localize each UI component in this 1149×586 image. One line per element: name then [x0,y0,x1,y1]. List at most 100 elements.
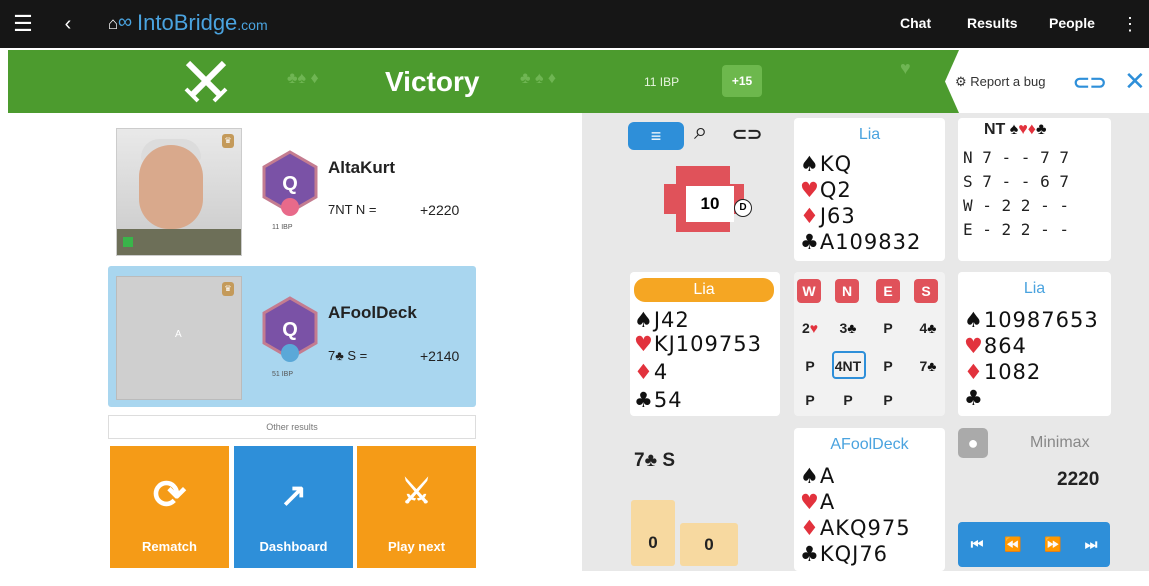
north-clubs: ♣A109832 [800,230,922,254]
east-hearts: ♥864 [964,334,1027,358]
chevron-left-icon[interactable]: ‹ [56,0,80,48]
player-contract: 7♣ S = [328,348,368,363]
player-name[interactable]: AFoolDeck [328,303,417,323]
ghost-suits-icon: ♣ ♠ ♦ [520,70,557,87]
makeable-rows: N 7 - - 7 7 S 7 - - 6 7 W - 2 2 - - E - … [963,148,1069,239]
rank-badge-icon: Q [258,150,322,220]
rematch-icon: ⟳ [152,473,187,517]
east-spades: ♠10987653 [964,308,1099,332]
bid-cell: P [805,358,815,374]
player-ibp: 11 IBP [272,224,293,231]
link-icon[interactable]: ⊂⊃ [1073,70,1107,95]
search-icon[interactable]: ⌕ [694,118,707,146]
bid-cell: P [883,392,893,408]
north-spades: ♠KQ [800,152,853,176]
rematch-label: Rematch [142,539,197,554]
bid-header-s: S [914,279,938,303]
rewind-icon[interactable]: ⏪ [998,536,1028,553]
minimax-label: Minimax [1030,434,1090,451]
bid-cell: 2♥ [801,320,819,336]
north-hearts: ♥Q2 [800,178,852,202]
play-next-button[interactable]: ⚔ Play next [357,446,476,568]
bid-header-n: N [835,279,859,303]
banner-plus-badge: +15 [722,65,762,97]
dashboard-button[interactable]: ↗ Dashboard [234,446,353,568]
rank-badge-icon: Q [258,296,322,366]
south-name[interactable]: AFoolDeck [794,436,945,454]
minimax-score: 2220 [1057,469,1100,490]
bid-cell: 3♣ [839,320,857,336]
bug-icon: ⚙ [955,74,971,89]
rank-corner-icon: ♛ [222,134,234,148]
report-bug-label: Report a bug [970,74,1046,89]
east-name[interactable]: Lia [958,280,1111,298]
bid-cell: P [883,320,893,336]
player-contract: 7NT N = [328,202,377,217]
brand-logo[interactable]: IntoBridge.com [137,10,268,36]
player-ibp: 51 IBP [272,371,294,378]
bid-header-e: E [876,279,900,303]
south-hearts: ♥A [800,490,836,514]
banner-title: Victory [385,66,480,97]
first-icon[interactable]: ⏮ [962,536,992,553]
north-name[interactable]: Lia [794,126,945,144]
tricks-ns: 0 [631,500,675,566]
contract-label: 7♣ S [634,450,675,471]
other-results-button[interactable]: Other results [108,415,476,439]
brand-suffix: .com [237,17,268,33]
avatar-letter: A [175,329,182,340]
rematch-button[interactable]: ⟳ Rematch [110,446,229,568]
bid-highlight [832,351,866,379]
tricks-ew: 0 [680,523,738,566]
player-score: +2140 [420,348,460,364]
avatar-shirt [117,229,241,255]
hamburger-icon[interactable]: ☰ [8,0,38,48]
ghost-clubs-icon: ♣♠ ♦ [287,70,319,87]
avatar-face [139,145,203,229]
report-bug-link[interactable]: ⚙ Report a bug [955,74,1045,90]
west-spades: ♠J42 [634,308,690,332]
ghost-heart-icon: ♥ [900,58,911,78]
north-diamonds: ♦J63 [800,204,856,228]
badge-letter: Q [282,319,298,341]
player-name[interactable]: AltaKurt [328,158,395,178]
east-diamonds: ♦1082 [964,360,1042,384]
banner-ibp: 11 IBP [644,75,680,89]
online-indicator [123,237,133,247]
bid-cell: P [805,392,815,408]
menu-icon[interactable]: ≡ [628,122,684,150]
swords-icon: ⚔ [401,473,432,511]
west-name[interactable]: Lia [634,278,774,302]
rank-corner-icon: ♛ [222,282,234,296]
bid-cell: 7♣ [919,358,937,374]
board-number: 10 [686,186,734,222]
play-next-label: Play next [387,539,446,554]
west-hearts: ♥KJ109753 [634,332,762,356]
nav-results[interactable]: Results [967,15,1018,31]
forward-icon[interactable]: ⏩ [1038,536,1068,553]
playback-controls: ⏮ ⏪ ⏩ ⏭ [958,522,1110,567]
bid-cell: 4♣ [919,320,937,336]
last-icon[interactable]: ⏭ [1076,536,1106,553]
bid-header-w: W [797,279,821,303]
bulb-icon[interactable]: ● [958,428,988,458]
player-score: +2220 [420,202,460,218]
dashboard-label: Dashboard [259,539,328,554]
south-clubs: ♣KQJ76 [800,542,889,566]
kebab-icon[interactable]: ⋮ [1120,0,1140,48]
chart-icon: ↗ [280,477,307,513]
dealer-badge: D [734,199,752,217]
south-diamonds: ♦AKQ975 [800,516,911,540]
swords-icon [180,55,232,107]
makeable-header: NT ♠♥♦♣ [984,121,1047,138]
close-icon[interactable]: ✕ [1124,66,1146,97]
west-clubs: ♣54 [634,388,683,412]
nav-people[interactable]: People [1049,15,1095,31]
west-diamonds: ♦4 [634,360,669,384]
top-nav-bar: ☰ ‹ ⌂ ∞ IntoBridge.com Chat Results Peop… [0,0,1149,48]
bid-cell: P [843,392,853,408]
south-spades: ♠A [800,464,836,488]
east-clubs: ♣ [964,386,984,410]
nav-chat[interactable]: Chat [900,15,931,31]
link-icon[interactable]: ⊂⊃ [732,124,762,145]
